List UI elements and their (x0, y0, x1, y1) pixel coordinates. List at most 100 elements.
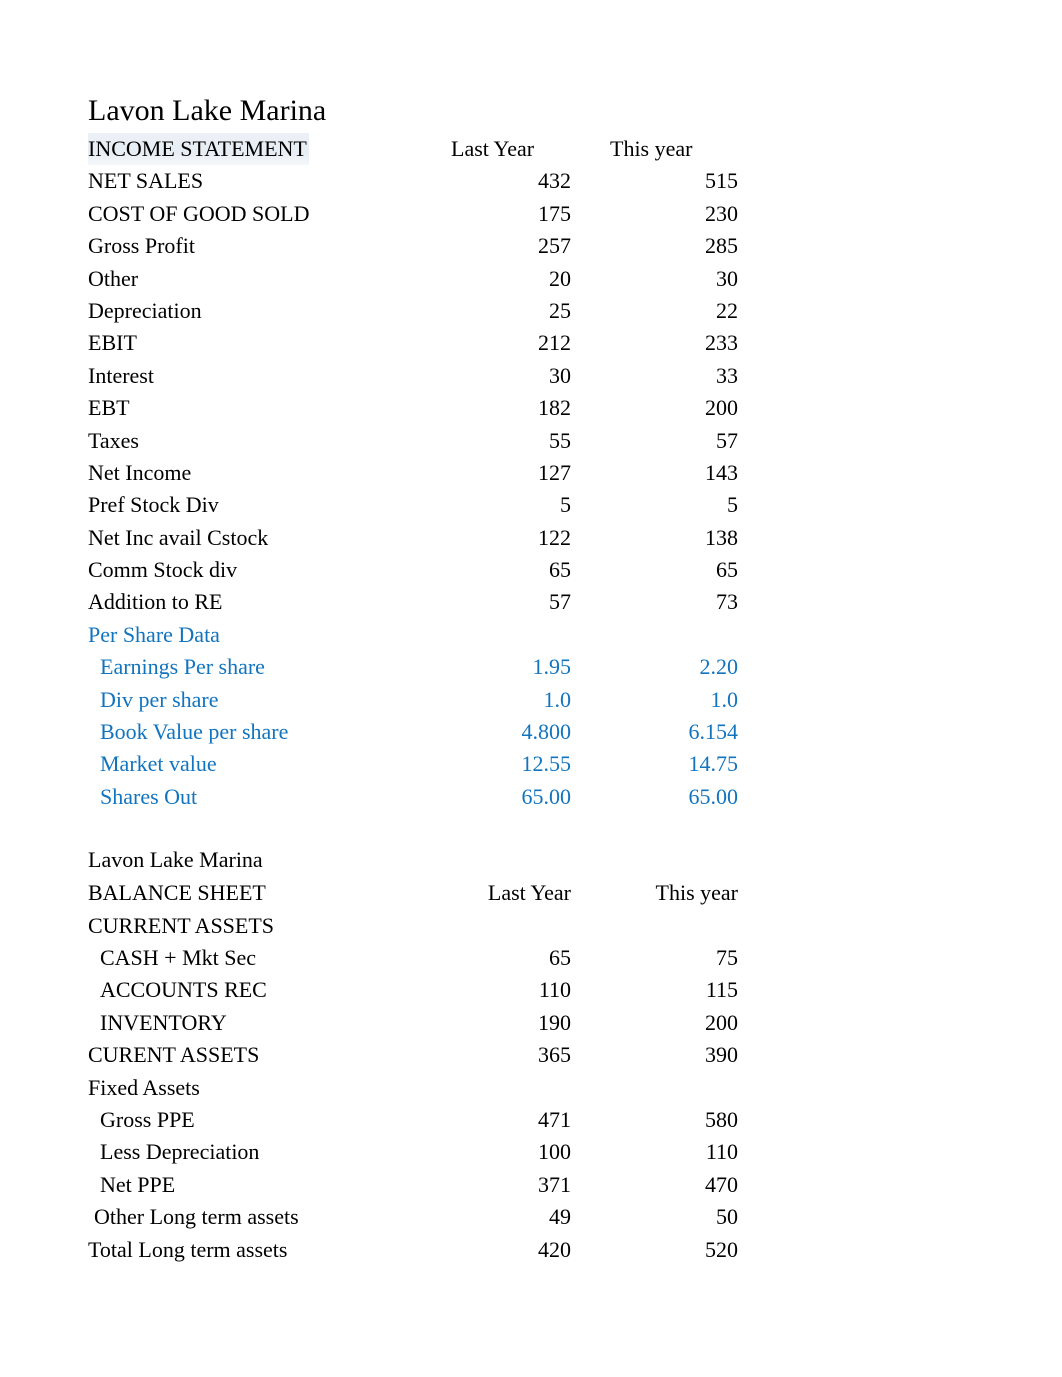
row-value-this-year: 73 (716, 589, 738, 615)
row-value-last-year: 65 (549, 557, 571, 583)
per-share-heading-text: Per Share Data (88, 621, 220, 647)
table-row: INVENTORY 190 200 (88, 1007, 738, 1039)
income-statement-header-row: INCOME STATEMENT Last Year This year (88, 133, 692, 166)
balance-col2-header: This year (655, 880, 738, 906)
company-title-text: Lavon Lake Marina (88, 847, 263, 873)
row-label: Interest (88, 362, 154, 388)
table-row: Depreciation 25 22 (88, 295, 738, 327)
table-row: Interest 30 33 (88, 360, 738, 392)
income-col2-header: This year (610, 136, 693, 161)
row-label: Addition to RE (88, 589, 223, 615)
table-row: Div per share 1.0 1.0 (88, 684, 738, 716)
row-value-this-year: 75 (716, 944, 738, 970)
company-title-text: Lavon Lake Marina (88, 94, 327, 127)
row-label: Gross PPE (100, 1106, 195, 1132)
row-value-last-year: 55 (549, 427, 571, 453)
table-row: Net Income 127 143 (88, 451, 738, 489)
row-value-this-year: 5 (727, 492, 738, 518)
table-row: EBT 182 200 (88, 387, 738, 424)
row-label: Comm Stock div (88, 557, 238, 583)
table-row: Gross PPE 471 580 (88, 1104, 738, 1136)
row-label: Market value (100, 751, 217, 777)
row-value-this-year: 200 (705, 395, 738, 421)
table-row: Earnings Per share 1.95 2.20 (88, 651, 738, 683)
row-value-this-year: 50 (716, 1204, 738, 1230)
row-value-last-year: 371 (538, 1171, 571, 1197)
row-label: Div per share (100, 686, 219, 712)
row-value-this-year: 33 (716, 362, 738, 388)
row-value-this-year: 470 (705, 1171, 738, 1197)
row-value-this-year: 390 (705, 1042, 738, 1068)
balance-col1-header: Last Year (487, 880, 571, 906)
balance-sheet-header-row: BALANCE SHEET Last Year This year (88, 877, 738, 909)
row-value-last-year: 12.55 (521, 751, 572, 777)
row-value-last-year: 30 (549, 362, 571, 388)
income-statement-company-title: Lavon Lake Marina (84, 88, 688, 133)
row-label: NET SALES (88, 168, 204, 194)
row-value-last-year: 110 (538, 977, 571, 1003)
row-label: Depreciation (88, 297, 202, 323)
row-value-this-year: 200 (705, 1009, 738, 1035)
row-value-last-year: 190 (538, 1009, 571, 1035)
table-row: Less Depreciation 100 110 (88, 1136, 738, 1168)
row-label: Book Value per share (100, 719, 289, 745)
row-value-this-year: 515 (705, 168, 738, 194)
row-label: CASH + Mkt Sec (100, 944, 257, 970)
current-assets-heading-text: CURRENT ASSETS (88, 912, 275, 938)
row-value-this-year: 1.0 (710, 686, 739, 712)
table-row: Book Value per share 4.800 6.154 (88, 716, 738, 748)
table-row: EBIT 212 233 (88, 322, 738, 359)
row-value-last-year: 365 (538, 1042, 571, 1068)
row-label: Gross Profit (88, 233, 195, 259)
row-value-last-year: 65 (549, 944, 571, 970)
row-value-last-year: 100 (538, 1139, 571, 1165)
row-label: ACCOUNTS REC (100, 977, 267, 1003)
fixed-assets-heading-text: Fixed Assets (88, 1074, 200, 1100)
row-label: Less Depreciation (100, 1139, 260, 1165)
balance-sheet-label: BALANCE SHEET (88, 880, 266, 906)
row-value-last-year: 182 (538, 395, 571, 421)
row-label: Taxes (88, 427, 139, 453)
row-value-last-year: 420 (538, 1236, 571, 1262)
row-label: COST OF GOOD SOLD (88, 200, 310, 226)
row-value-this-year: 110 (705, 1139, 738, 1165)
row-value-this-year: 57 (716, 427, 738, 453)
income-statement-label: INCOME STATEMENT (88, 133, 309, 166)
row-value-last-year: 127 (538, 459, 571, 485)
balance-sheet-company-title: Lavon Lake Marina (84, 843, 688, 877)
row-label: Total Long term assets (88, 1236, 288, 1262)
table-row: CASH + Mkt Sec 65 75 (88, 942, 738, 974)
row-label: CURENT ASSETS (88, 1042, 260, 1068)
row-value-this-year: 580 (705, 1106, 738, 1132)
row-label: Other (88, 265, 139, 291)
row-label: Earnings Per share (100, 654, 265, 680)
row-value-last-year: 432 (538, 168, 571, 194)
row-label: INVENTORY (100, 1009, 227, 1035)
row-value-last-year: 122 (538, 524, 571, 550)
row-value-last-year: 1.0 (543, 686, 572, 712)
row-label: Pref Stock Div (88, 492, 219, 518)
table-row: Shares Out 65.00 65.00 (88, 781, 738, 813)
table-row: Taxes 55 57 (88, 425, 738, 457)
row-label: EBT (88, 395, 130, 421)
row-value-this-year: 65.00 (688, 783, 739, 809)
total-long-term-assets-row: Total Long term assets 420 520 (88, 1228, 738, 1266)
row-value-this-year: 30 (716, 265, 738, 291)
table-row: Net Inc avail Cstock 122 138 (88, 516, 738, 554)
row-value-last-year: 5 (560, 492, 571, 518)
table-row: ACCOUNTS REC 110 115 (88, 974, 738, 1006)
row-value-this-year: 14.75 (688, 751, 739, 777)
row-label: Shares Out (100, 783, 198, 809)
income-col1-header: Last Year (451, 136, 535, 161)
row-label: Net PPE (100, 1171, 176, 1197)
other-long-term-assets-row: Other Long term assets 49 50 (88, 1201, 738, 1233)
row-value-this-year: 65 (716, 557, 738, 583)
table-row: Gross Profit 257 285 (88, 225, 738, 262)
row-label: Other Long term assets (94, 1204, 299, 1230)
row-value-this-year: 6.154 (688, 719, 739, 745)
row-value-last-year: 57 (549, 589, 571, 615)
table-row: Other 20 30 (88, 263, 738, 295)
row-value-this-year: 115 (705, 977, 738, 1003)
table-row: Net PPE 371 470 (88, 1163, 738, 1201)
table-row: COST OF GOOD SOLD 175 230 (88, 198, 738, 230)
